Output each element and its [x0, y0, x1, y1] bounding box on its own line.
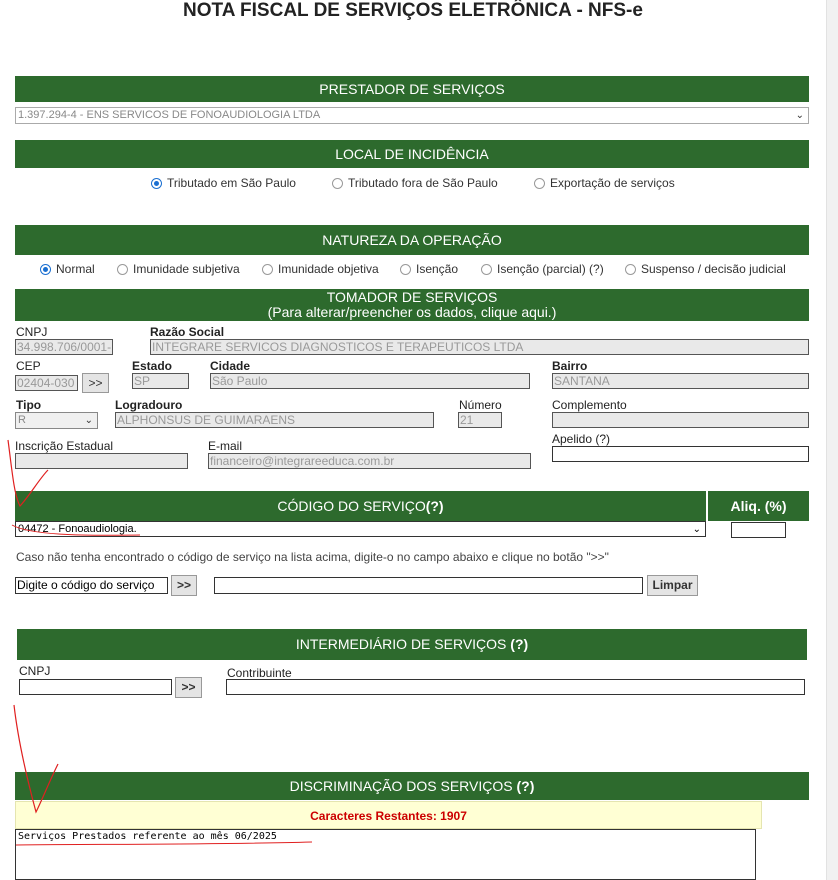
prestador-select[interactable]: 1.397.294-4 - ENS SERVICOS DE FONOAUDIOL… — [15, 107, 809, 124]
prestador-header: PRESTADOR DE SERVIÇOS — [15, 76, 809, 102]
discriminacao-title: DISCRIMINAÇÃO DOS SERVIÇOS — [289, 778, 513, 794]
razao-social-field[interactable]: INTEGRARE SERVICOS DIAGNOSTICOS E TERAPE… — [150, 339, 809, 355]
intermediario-cnpj-field[interactable] — [19, 679, 172, 695]
cep-field[interactable]: 02404-030 — [15, 375, 78, 391]
tomador-subtitle-link[interactable]: (Para alterar/preencher os dados, clique… — [15, 305, 809, 320]
codigo-go-button[interactable]: >> — [171, 575, 197, 596]
radio-isencao-parcial[interactable]: Isenção (parcial) (?) — [481, 262, 604, 276]
page-title: NOTA FISCAL DE SERVIÇOS ELETRÔNICA - NFS… — [183, 0, 643, 21]
estado-field[interactable]: SP — [132, 373, 189, 389]
aliquota-field[interactable] — [731, 522, 786, 538]
tomador-header[interactable]: TOMADOR DE SERVIÇOS (Para alterar/preenc… — [15, 289, 809, 321]
codigo-title: CÓDIGO DO SERVIÇO — [277, 498, 426, 514]
radio-label: Normal — [56, 262, 95, 276]
razao-social-label: Razão Social — [150, 325, 225, 339]
radio-label: Tributado em São Paulo — [167, 176, 296, 190]
tomador-title: TOMADOR DE SERVIÇOS — [326, 289, 498, 305]
radio-icon — [332, 177, 343, 189]
apelido-field[interactable] — [552, 446, 809, 462]
logradouro-label: Logradouro — [115, 398, 183, 412]
apelido-label: Apelido (?) — [552, 432, 611, 446]
codigo-search-field[interactable] — [214, 577, 643, 594]
chevron-down-icon: ⌄ — [84, 415, 93, 426]
chevron-down-icon: ⌄ — [795, 110, 804, 121]
cep-label: CEP — [16, 359, 41, 373]
prestador-select-value: 1.397.294-4 - ENS SERVICOS DE FONOAUDIOL… — [18, 109, 321, 121]
radio-label: Imunidade subjetiva — [133, 262, 240, 276]
remaining-chars-notice: Caracteres Restantes: 1907 — [15, 801, 762, 829]
contribuinte-field[interactable] — [226, 679, 805, 695]
radio-suspenso[interactable]: Suspenso / decisão judicial — [625, 262, 786, 276]
complemento-field[interactable] — [552, 412, 809, 428]
cnpj-label: CNPJ — [16, 325, 48, 339]
bairro-label: Bairro — [552, 359, 588, 373]
numero-label: Número — [459, 398, 502, 412]
codigo-hint: Caso não tenha encontrado o código de se… — [16, 550, 609, 564]
email-field[interactable]: financeiro@integrareeduca.com.br — [208, 453, 531, 469]
numero-field[interactable]: 21 — [458, 412, 502, 428]
local-header: LOCAL DE INCIDÊNCIA — [15, 140, 809, 168]
codigo-header: CÓDIGO DO SERVIÇO(?) — [15, 491, 706, 521]
intermediario-title: INTERMEDIÁRIO DE SERVIÇOS — [295, 636, 507, 652]
radio-normal[interactable]: Normal — [40, 262, 95, 276]
intermediario-go-button[interactable]: >> — [175, 677, 202, 698]
codigo-servico-select[interactable]: 04472 - Fonoaudiologia. ⌄ — [15, 521, 706, 537]
radio-imunidade-subjetiva[interactable]: Imunidade subjetiva — [117, 262, 240, 276]
radio-icon — [481, 263, 492, 275]
discriminacao-header: DISCRIMINAÇÃO DOS SERVIÇOS (?) — [15, 772, 809, 800]
inscricao-label: Inscrição Estadual — [15, 439, 114, 453]
email-label: E-mail — [208, 439, 243, 453]
inscricao-field[interactable] — [15, 453, 188, 469]
cidade-label: Cidade — [210, 359, 251, 373]
radio-icon — [117, 263, 128, 275]
intermediario-header: INTERMEDIÁRIO DE SERVIÇOS (?) — [17, 629, 807, 660]
radio-tributado-fora[interactable]: Tributado fora de São Paulo — [332, 176, 498, 190]
codigo-select-value: 04472 - Fonoaudiologia. — [18, 523, 137, 535]
vertical-scrollbar[interactable] — [826, 0, 838, 880]
complemento-label: Complemento — [552, 398, 627, 412]
contribuinte-label: Contribuinte — [227, 666, 292, 680]
radio-label: Imunidade objetiva — [278, 262, 379, 276]
discriminacao-help-link[interactable]: (?) — [517, 778, 535, 794]
annotation-marks — [7, 439, 313, 846]
estado-label: Estado — [132, 359, 173, 373]
radio-label: Exportação de serviços — [550, 176, 675, 190]
radio-icon — [151, 177, 162, 189]
radio-label: Tributado fora de São Paulo — [348, 176, 498, 190]
radio-icon — [625, 263, 636, 275]
tipo-label: Tipo — [16, 398, 42, 412]
discriminacao-textarea[interactable]: Serviços Prestados referente ao mês 06/2… — [15, 829, 756, 880]
tomador-cnpj-field[interactable]: 34.998.706/0001- — [15, 339, 113, 355]
radio-label: Suspenso / decisão judicial — [641, 262, 786, 276]
radio-icon — [400, 263, 411, 275]
cep-search-button[interactable]: >> — [82, 373, 109, 393]
natureza-header: NATUREZA DA OPERAÇÃO — [15, 225, 809, 255]
radio-isencao[interactable]: Isenção — [400, 262, 458, 276]
tipo-select-value: R — [18, 414, 26, 426]
aliquota-header: Aliq. (%) — [708, 491, 809, 521]
radio-icon — [40, 263, 51, 275]
radio-tributado-sp[interactable]: Tributado em São Paulo — [151, 176, 296, 190]
codigo-input[interactable]: Digite o código do serviço — [15, 577, 168, 594]
bairro-field[interactable]: SANTANA — [552, 373, 809, 389]
codigo-help-link[interactable]: (?) — [426, 498, 444, 514]
intermediario-cnpj-label: CNPJ — [19, 664, 51, 678]
cidade-field[interactable]: São Paulo — [210, 373, 530, 389]
limpar-button[interactable]: Limpar — [647, 575, 698, 596]
radio-imunidade-objetiva[interactable]: Imunidade objetiva — [262, 262, 379, 276]
radio-label: Isenção (parcial) (?) — [497, 262, 604, 276]
radio-icon — [262, 263, 273, 275]
radio-exportacao[interactable]: Exportação de serviços — [534, 176, 675, 190]
radio-icon — [534, 177, 545, 189]
chevron-down-icon: ⌄ — [692, 524, 701, 535]
radio-label: Isenção — [416, 262, 459, 276]
logradouro-field[interactable]: ALPHONSUS DE GUIMARAENS — [115, 412, 434, 428]
intermediario-help-link[interactable]: (?) — [510, 636, 528, 652]
tipo-select[interactable]: R ⌄ — [15, 412, 98, 429]
